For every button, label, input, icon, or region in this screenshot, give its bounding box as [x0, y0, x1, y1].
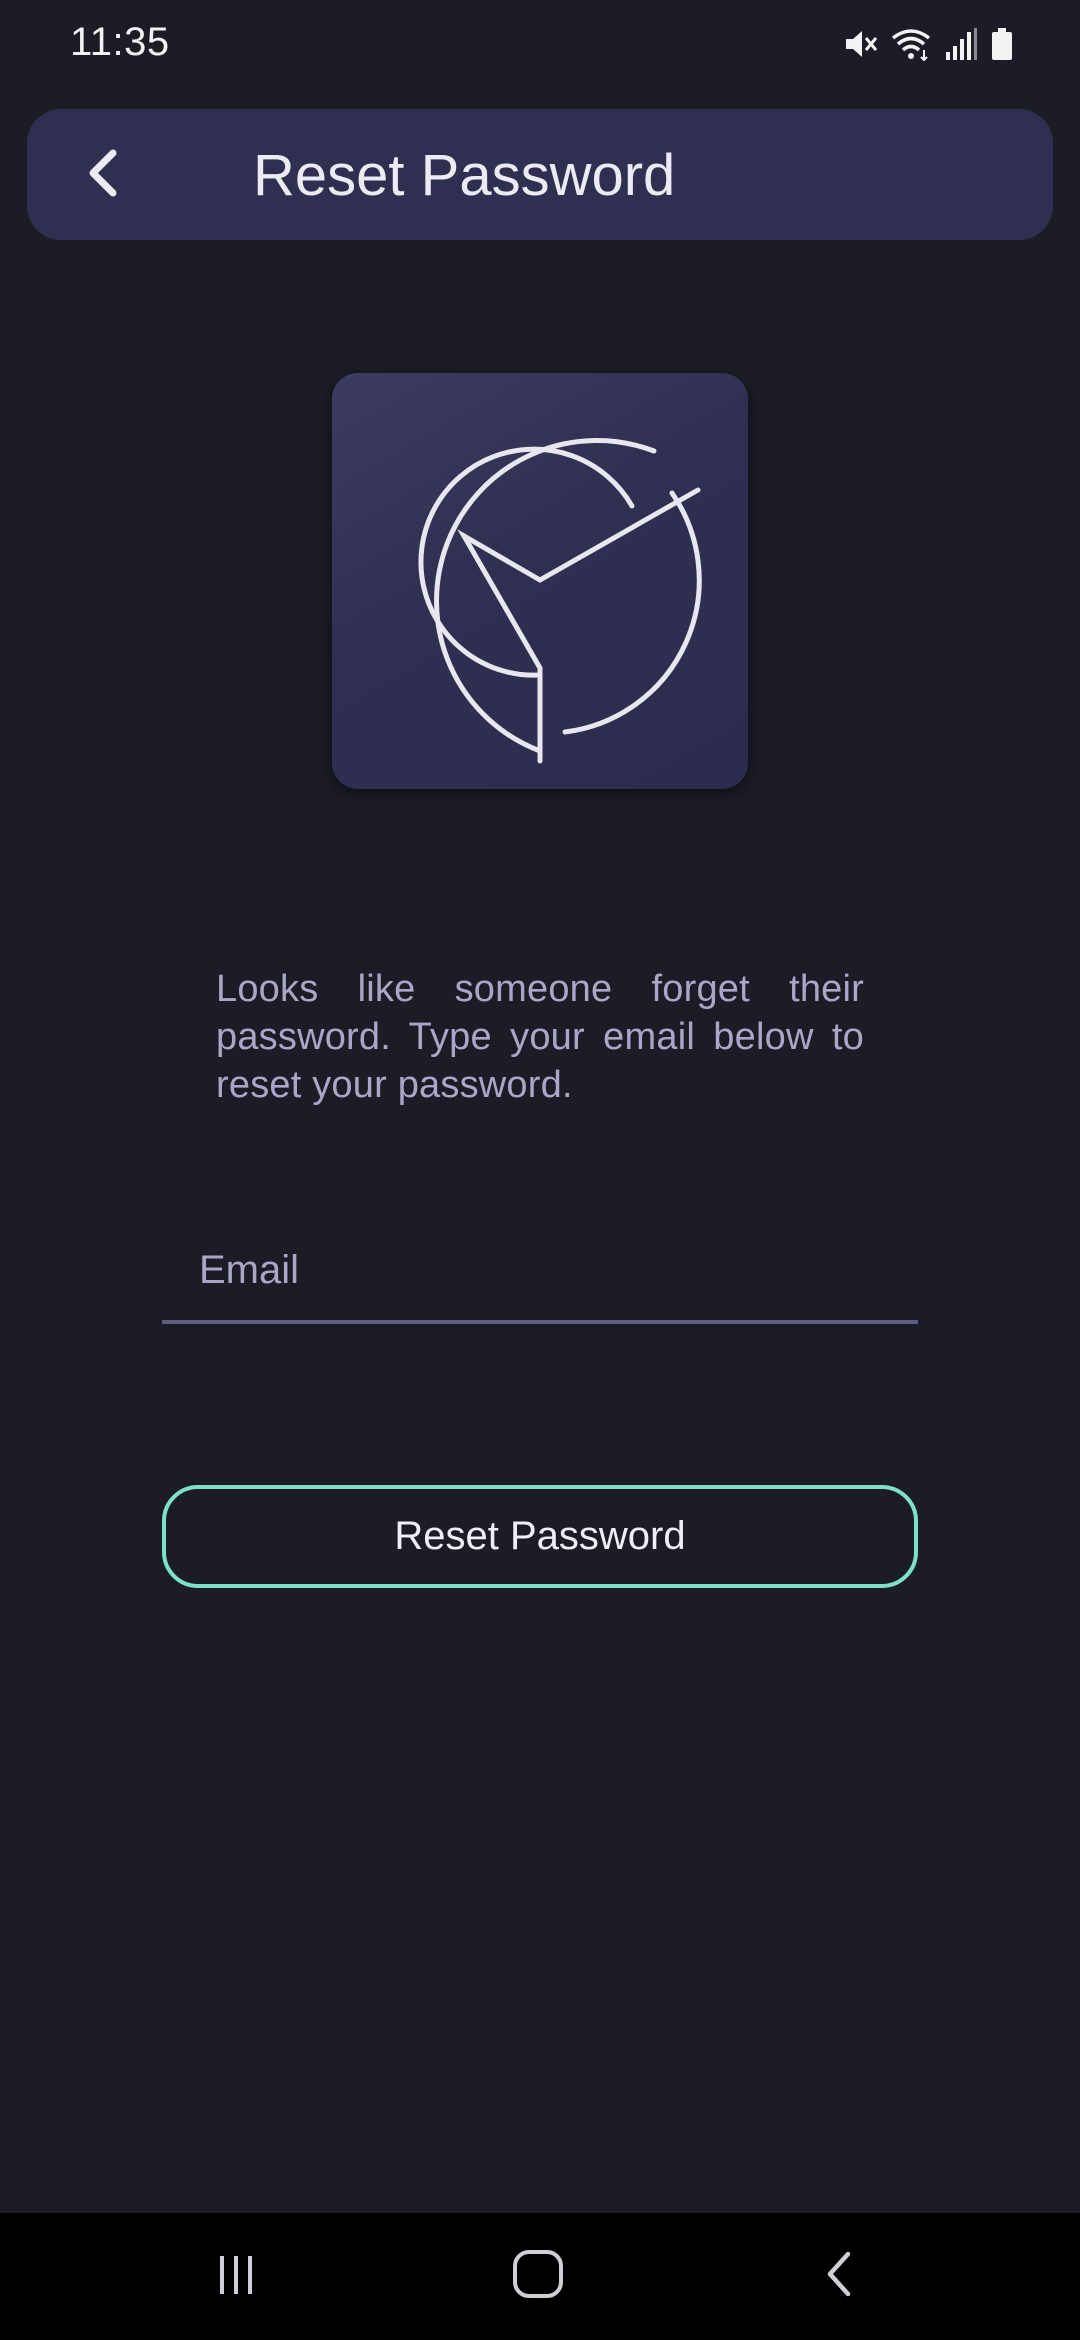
mute-icon: [842, 26, 878, 62]
recent-apps-icon: [212, 2250, 260, 2303]
back-icon: [820, 2248, 860, 2305]
recent-apps-button[interactable]: [156, 2213, 316, 2340]
chevron-left-icon: [83, 147, 123, 204]
app-bar: Reset Password: [27, 109, 1053, 240]
email-field: [162, 1210, 918, 1326]
home-button[interactable]: [458, 2213, 618, 2340]
email-input[interactable]: [162, 1210, 918, 1320]
email-underline: [162, 1320, 918, 1324]
status-bar: 11:35: [0, 0, 1080, 86]
clock-logo-icon: [418, 438, 702, 764]
reset-password-button[interactable]: Reset Password: [162, 1485, 918, 1588]
app-logo: [332, 373, 748, 789]
nav-back-button[interactable]: [760, 2213, 920, 2340]
page-title: Reset Password: [253, 143, 676, 208]
home-icon: [510, 2246, 566, 2307]
status-icons: [842, 22, 1014, 66]
wifi-icon: [890, 26, 932, 62]
status-time: 11:35: [70, 20, 170, 64]
signal-icon: [944, 26, 978, 62]
description-text: Looks like someone forget their password…: [216, 968, 864, 1106]
system-nav-bar: [0, 2213, 1080, 2340]
back-button[interactable]: [83, 131, 203, 219]
battery-icon: [990, 26, 1014, 62]
